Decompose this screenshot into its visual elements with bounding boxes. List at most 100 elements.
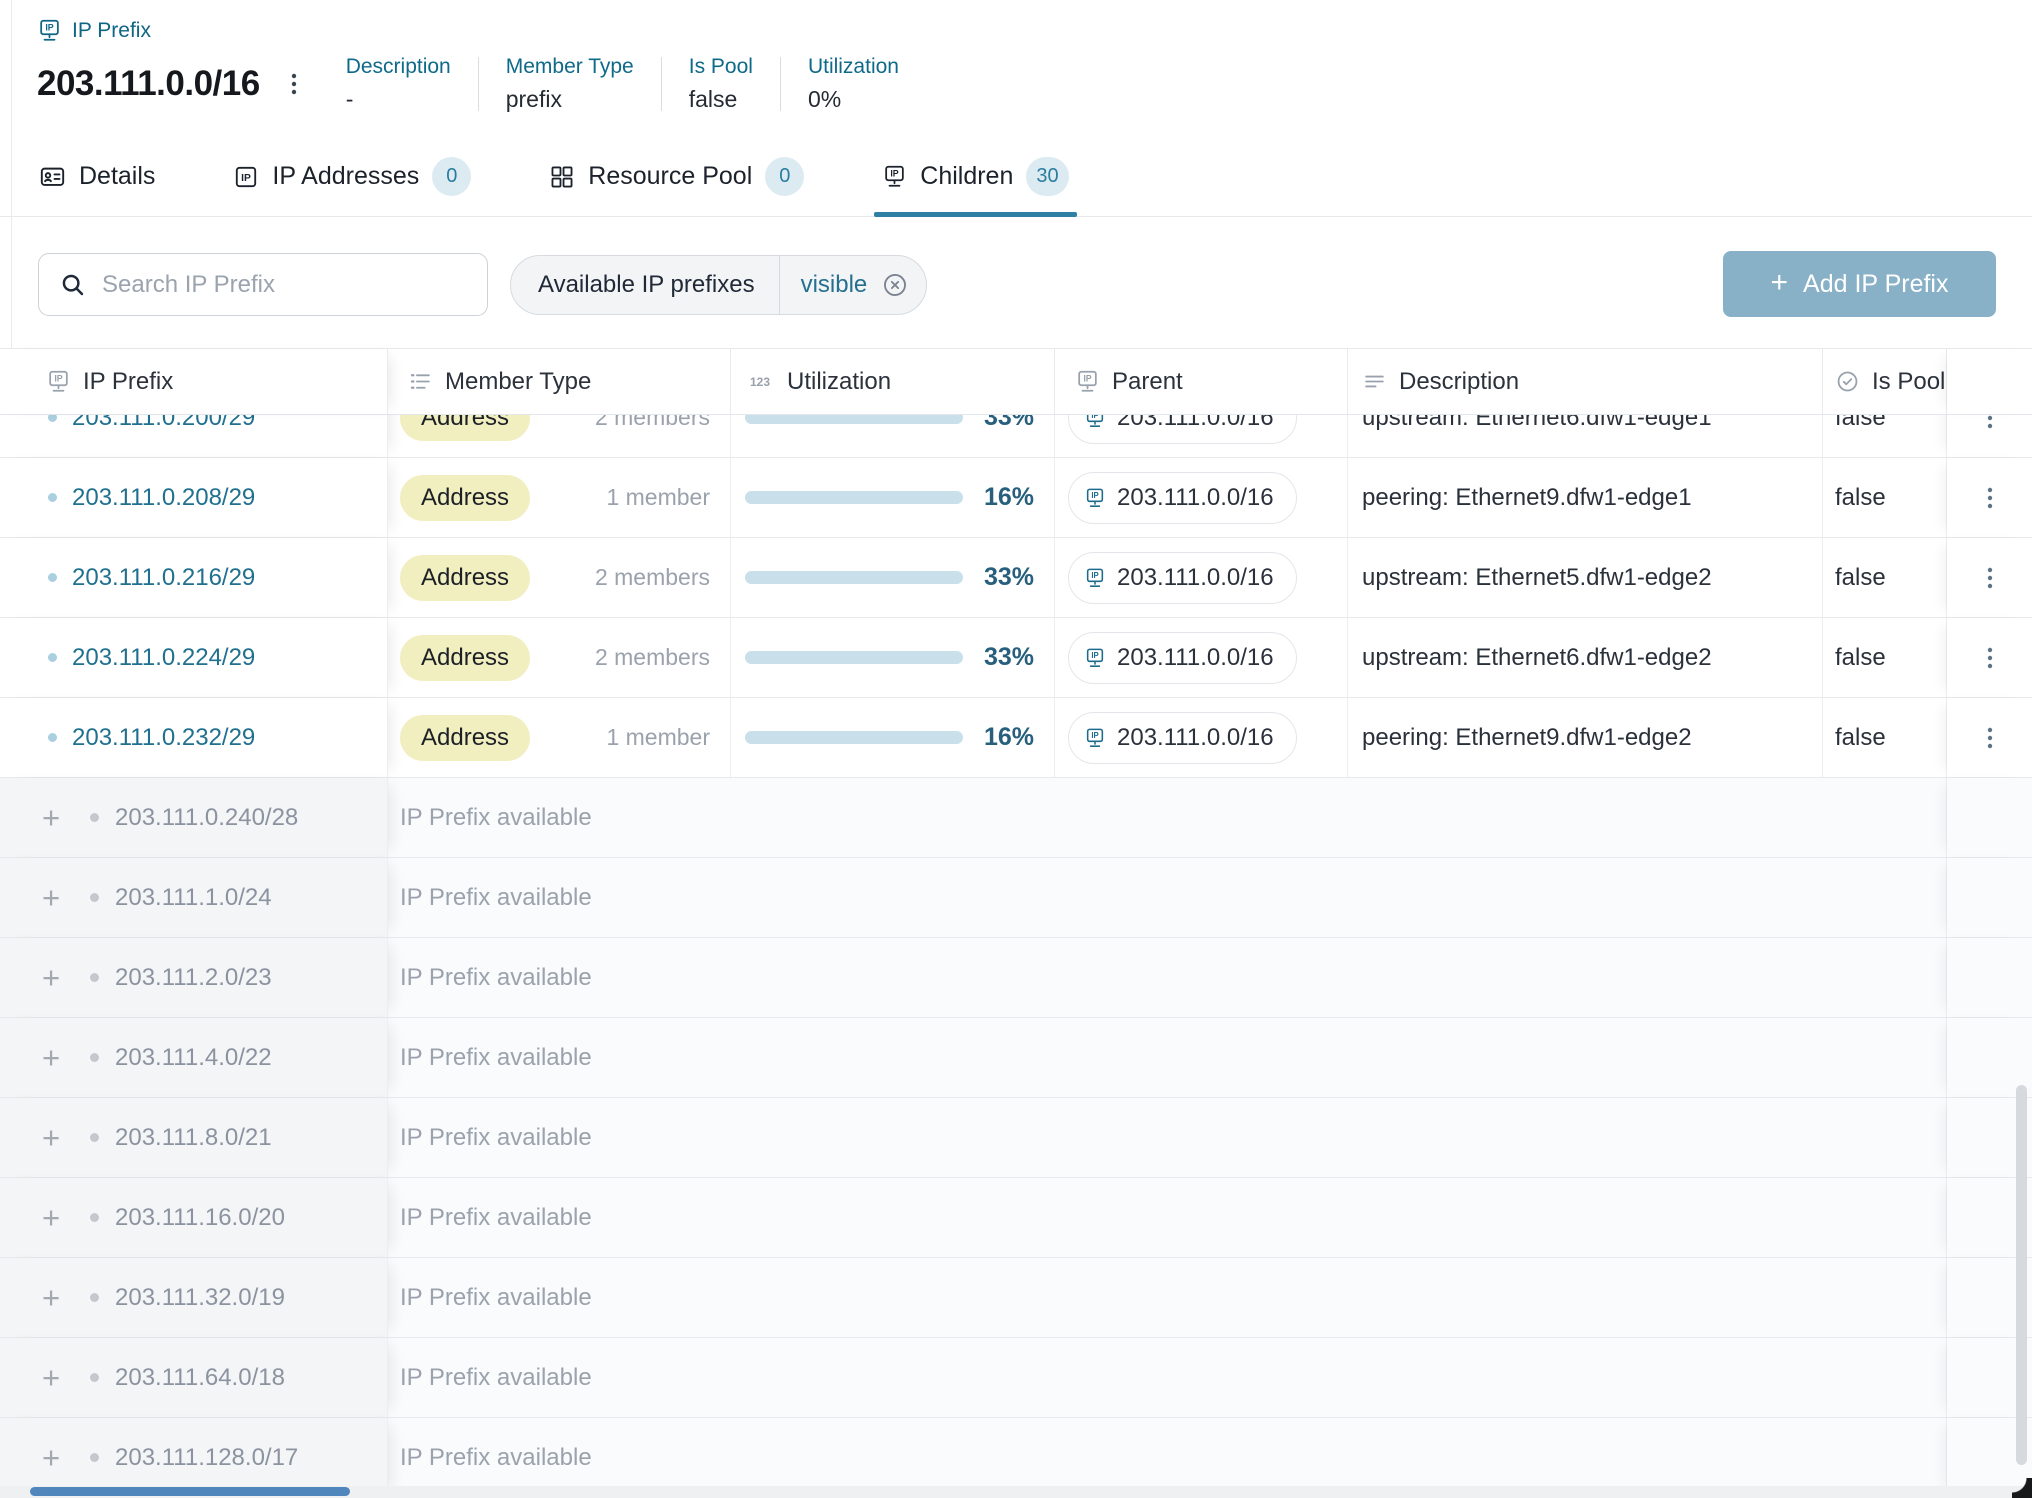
available-prefix-label: 203.111.1.0/24 [115,884,272,912]
filter-chip-available-prefixes[interactable]: Available IP prefixes visible [510,255,927,315]
status-dot-icon [48,653,57,662]
member-type-badge: Address [400,555,530,601]
column-header-actions [1947,349,2032,414]
parent-prefix-pill[interactable]: IP 203.111.0.0/16 [1068,415,1297,444]
status-dot-icon [90,893,99,902]
row-kebab-menu-button[interactable] [1978,565,2002,591]
status-dot-icon [90,1293,99,1302]
ip-prefix-link[interactable]: 203.111.0.208/29 [72,484,255,512]
breadcrumb[interactable]: IP IP Prefix [37,18,2032,43]
cell-description: upstream: Ethernet5.dfw1-edge2 [1348,538,1823,617]
available-prefix-row: + 203.111.1.0/24 IP Prefix available [0,858,2032,938]
cell-utilization: 33% [731,538,1055,617]
kebab-icon [282,71,306,97]
utilization-percent: 33% [984,563,1034,592]
svg-text:IP: IP [891,169,899,179]
status-dot-icon [90,1373,99,1382]
utilization-percent: 16% [984,723,1034,752]
available-prefix-row: + 203.111.16.0/20 IP Prefix available [0,1178,2032,1258]
available-status-text: IP Prefix available [388,938,1947,1017]
add-available-prefix-button[interactable]: + [36,1362,66,1393]
horizontal-scrollbar-thumb[interactable] [30,1487,350,1496]
status-dot-icon [90,973,99,982]
add-available-prefix-button[interactable]: + [36,1042,66,1073]
vertical-scrollbar-thumb[interactable] [2016,1085,2027,1465]
table-row: 203.111.0.232/29 Address 1 member 16% IP… [0,698,2032,778]
add-available-prefix-button[interactable]: + [36,1122,66,1153]
column-header-member-type[interactable]: Member Type [388,349,731,414]
summary-label: Description [346,55,451,79]
plus-icon: + [1771,268,1789,298]
utilization-bar [745,571,963,584]
row-kebab-menu-button[interactable] [1978,645,2002,671]
tab-details[interactable]: Details [37,151,157,216]
parent-prefix-pill[interactable]: IP 203.111.0.0/16 [1068,632,1297,684]
parent-prefix-pill[interactable]: IP 203.111.0.0/16 [1068,472,1297,524]
close-circle-icon[interactable] [881,271,926,299]
table-row: 203.111.0.200/29 Address 2 members 33% I… [0,415,2032,458]
tab-count-badge: 0 [432,157,471,196]
add-available-prefix-button[interactable]: + [36,1442,66,1473]
tab-resource-pool[interactable]: Resource Pool 0 [547,151,806,216]
available-prefix-label: 203.111.2.0/23 [115,964,272,992]
tab-ip-addresses[interactable]: IP IP Addresses 0 [231,151,473,216]
svg-text:IP: IP [1091,571,1098,580]
add-available-prefix-button[interactable]: + [36,802,66,833]
table-row: 203.111.0.216/29 Address 2 members 33% I… [0,538,2032,618]
add-available-prefix-button[interactable]: + [36,962,66,993]
status-dot-icon [90,1053,99,1062]
summary-divider [478,57,479,111]
ip-prefix-link[interactable]: 203.111.0.200/29 [72,415,255,432]
add-available-prefix-button[interactable]: + [36,1202,66,1233]
add-ip-prefix-button[interactable]: + Add IP Prefix [1723,251,1996,317]
available-prefix-row: + 203.111.2.0/23 IP Prefix available [0,938,2032,1018]
available-prefix-label: 203.111.8.0/21 [115,1124,272,1152]
row-kebab-menu-button[interactable] [1978,725,2002,751]
parent-prefix-pill[interactable]: IP 203.111.0.0/16 [1068,712,1297,764]
parent-prefix-label: 203.111.0.0/16 [1117,564,1274,592]
status-dot-icon [90,1213,99,1222]
children-table: IP IP Prefix Member Type 123 Utilization… [0,348,2032,1498]
cell-member-type: Address 2 members [388,415,731,457]
cell-actions [1947,415,2032,457]
tab-children[interactable]: IP Children 30 [880,151,1070,216]
ip-prefix-link[interactable]: 203.111.0.216/29 [72,564,255,592]
summary-divider [661,57,662,111]
cell-member-type: Address 1 member [388,698,731,777]
add-available-prefix-button[interactable]: + [36,882,66,913]
title-kebab-menu-button[interactable] [282,71,306,97]
cell-utilization: 33% [731,415,1055,457]
ip-prefix-link[interactable]: 203.111.0.224/29 [72,644,255,672]
column-header-is-pool[interactable]: Is Pool [1823,349,1947,414]
cell-parent: IP 203.111.0.0/16 [1055,415,1348,457]
ip-network-icon: IP [882,164,907,189]
ip-network-icon: IP [1084,647,1106,669]
column-header-parent[interactable]: IP Parent [1055,349,1348,414]
table-row: 203.111.0.208/29 Address 1 member 16% IP… [0,458,2032,538]
cell-member-type: Address 1 member [388,458,731,537]
tab-label: Details [79,162,155,191]
row-kebab-menu-button[interactable] [1978,415,2002,431]
parent-prefix-pill[interactable]: IP 203.111.0.0/16 [1068,552,1297,604]
kebab-icon [1978,645,2002,671]
column-header-description[interactable]: Description [1348,349,1823,414]
cell-is-pool: false [1823,538,1947,617]
cell-description: peering: Ethernet9.dfw1-edge1 [1348,458,1823,537]
page-title: 203.111.0.0/16 [37,64,260,104]
search-box[interactable] [38,253,488,316]
row-kebab-menu-button[interactable] [1978,485,2002,511]
column-header-utilization[interactable]: 123 Utilization [731,349,1055,414]
member-type-badge: Address [400,635,530,681]
parent-prefix-label: 203.111.0.0/16 [1117,415,1274,432]
horizontal-scrollbar-track[interactable] [0,1486,2032,1498]
ip-prefix-link[interactable]: 203.111.0.232/29 [72,724,255,752]
cell-ip-prefix: + 203.111.32.0/19 [0,1258,388,1337]
add-available-prefix-button[interactable]: + [36,1282,66,1313]
column-header-ip-prefix[interactable]: IP IP Prefix [0,349,388,414]
cell-member-type: Address 2 members [388,618,731,697]
available-prefix-label: 203.111.128.0/17 [115,1444,298,1472]
summary-description: Description - [346,55,451,113]
utilization-percent: 33% [984,415,1034,432]
search-input[interactable] [102,271,469,299]
summary-is-pool: Is Pool false [689,55,753,113]
